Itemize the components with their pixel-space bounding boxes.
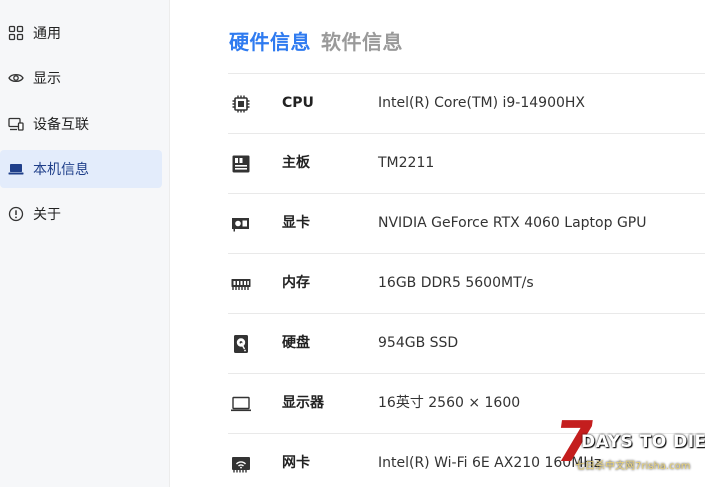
disk-icon — [234, 335, 248, 353]
hardware-row-gpu: 显卡 NVIDIA GeForce RTX 4060 Laptop GPU — [228, 193, 705, 253]
hardware-value: 16英寸 2560 × 1600 — [378, 395, 521, 411]
sidebar-item-label: 设备互联 — [33, 117, 89, 133]
hardware-label: 显示器 — [282, 395, 324, 411]
gpu-icon — [232, 218, 249, 232]
hardware-row-disk: 硬盘 954GB SSD — [228, 313, 705, 373]
watermark-title: DAYS TO DIE — [581, 432, 705, 452]
laptop-icon — [8, 164, 24, 175]
sidebar-item-device-info[interactable]: 本机信息 — [0, 150, 162, 188]
sidebar-item-label: 本机信息 — [33, 162, 89, 178]
sidebar-item-label: 通用 — [33, 26, 61, 42]
main-panel: 硬件信息 软件信息 CPU Intel(R) Core(TM) i9-14900… — [170, 0, 705, 487]
eye-icon — [8, 73, 24, 83]
hardware-value: 16GB DDR5 5600MT/s — [378, 275, 534, 291]
hardware-label: 主板 — [282, 155, 310, 171]
settings-window: 通用 显示 设备互联 本机信息 关于 硬件信息 软件信息 CPU Intel(R… — [0, 0, 705, 487]
tab-bar: 硬件信息 软件信息 — [229, 26, 403, 55]
hardware-label: 显卡 — [282, 215, 310, 231]
sidebar-item-label: 关于 — [33, 207, 61, 223]
hardware-value: Intel(R) Core(TM) i9-14900HX — [378, 95, 586, 111]
hardware-label: 内存 — [282, 275, 310, 291]
watermark-subtitle: 七日杀中文网7risha.com — [575, 461, 691, 472]
sidebar-item-general[interactable]: 通用 — [0, 14, 162, 52]
sidebar-item-device-connect[interactable]: 设备互联 — [0, 105, 162, 143]
devices-icon — [8, 117, 24, 131]
watermark-logo: 7 DAYS TO DIE 七日杀中文网7risha.com — [551, 410, 705, 485]
tab-software-info[interactable]: 软件信息 — [321, 26, 403, 55]
hardware-value: TM2211 — [378, 155, 435, 171]
hardware-row-motherboard: 主板 TM2211 — [228, 133, 705, 193]
hardware-value: 954GB SSD — [378, 335, 459, 351]
sidebar-item-about[interactable]: 关于 — [0, 195, 162, 233]
memory-icon — [231, 279, 251, 290]
hardware-label: 网卡 — [282, 455, 310, 471]
motherboard-icon — [232, 155, 250, 173]
hardware-label: CPU — [282, 95, 314, 111]
monitor-icon — [231, 396, 251, 412]
sidebar-item-label: 显示 — [33, 71, 61, 87]
cpu-icon — [232, 95, 250, 113]
grid-icon — [8, 25, 24, 41]
info-icon — [8, 206, 24, 222]
sidebar: 通用 显示 设备互联 本机信息 关于 — [0, 0, 170, 487]
tab-hardware-info[interactable]: 硬件信息 — [229, 26, 311, 55]
hardware-row-memory: 内存 16GB DDR5 5600MT/s — [228, 253, 705, 313]
network-card-icon — [232, 457, 250, 473]
hardware-value: NVIDIA GeForce RTX 4060 Laptop GPU — [378, 215, 647, 231]
sidebar-item-display[interactable]: 显示 — [0, 59, 162, 97]
hardware-row-cpu: CPU Intel(R) Core(TM) i9-14900HX — [228, 73, 705, 133]
hardware-label: 硬盘 — [282, 335, 310, 351]
